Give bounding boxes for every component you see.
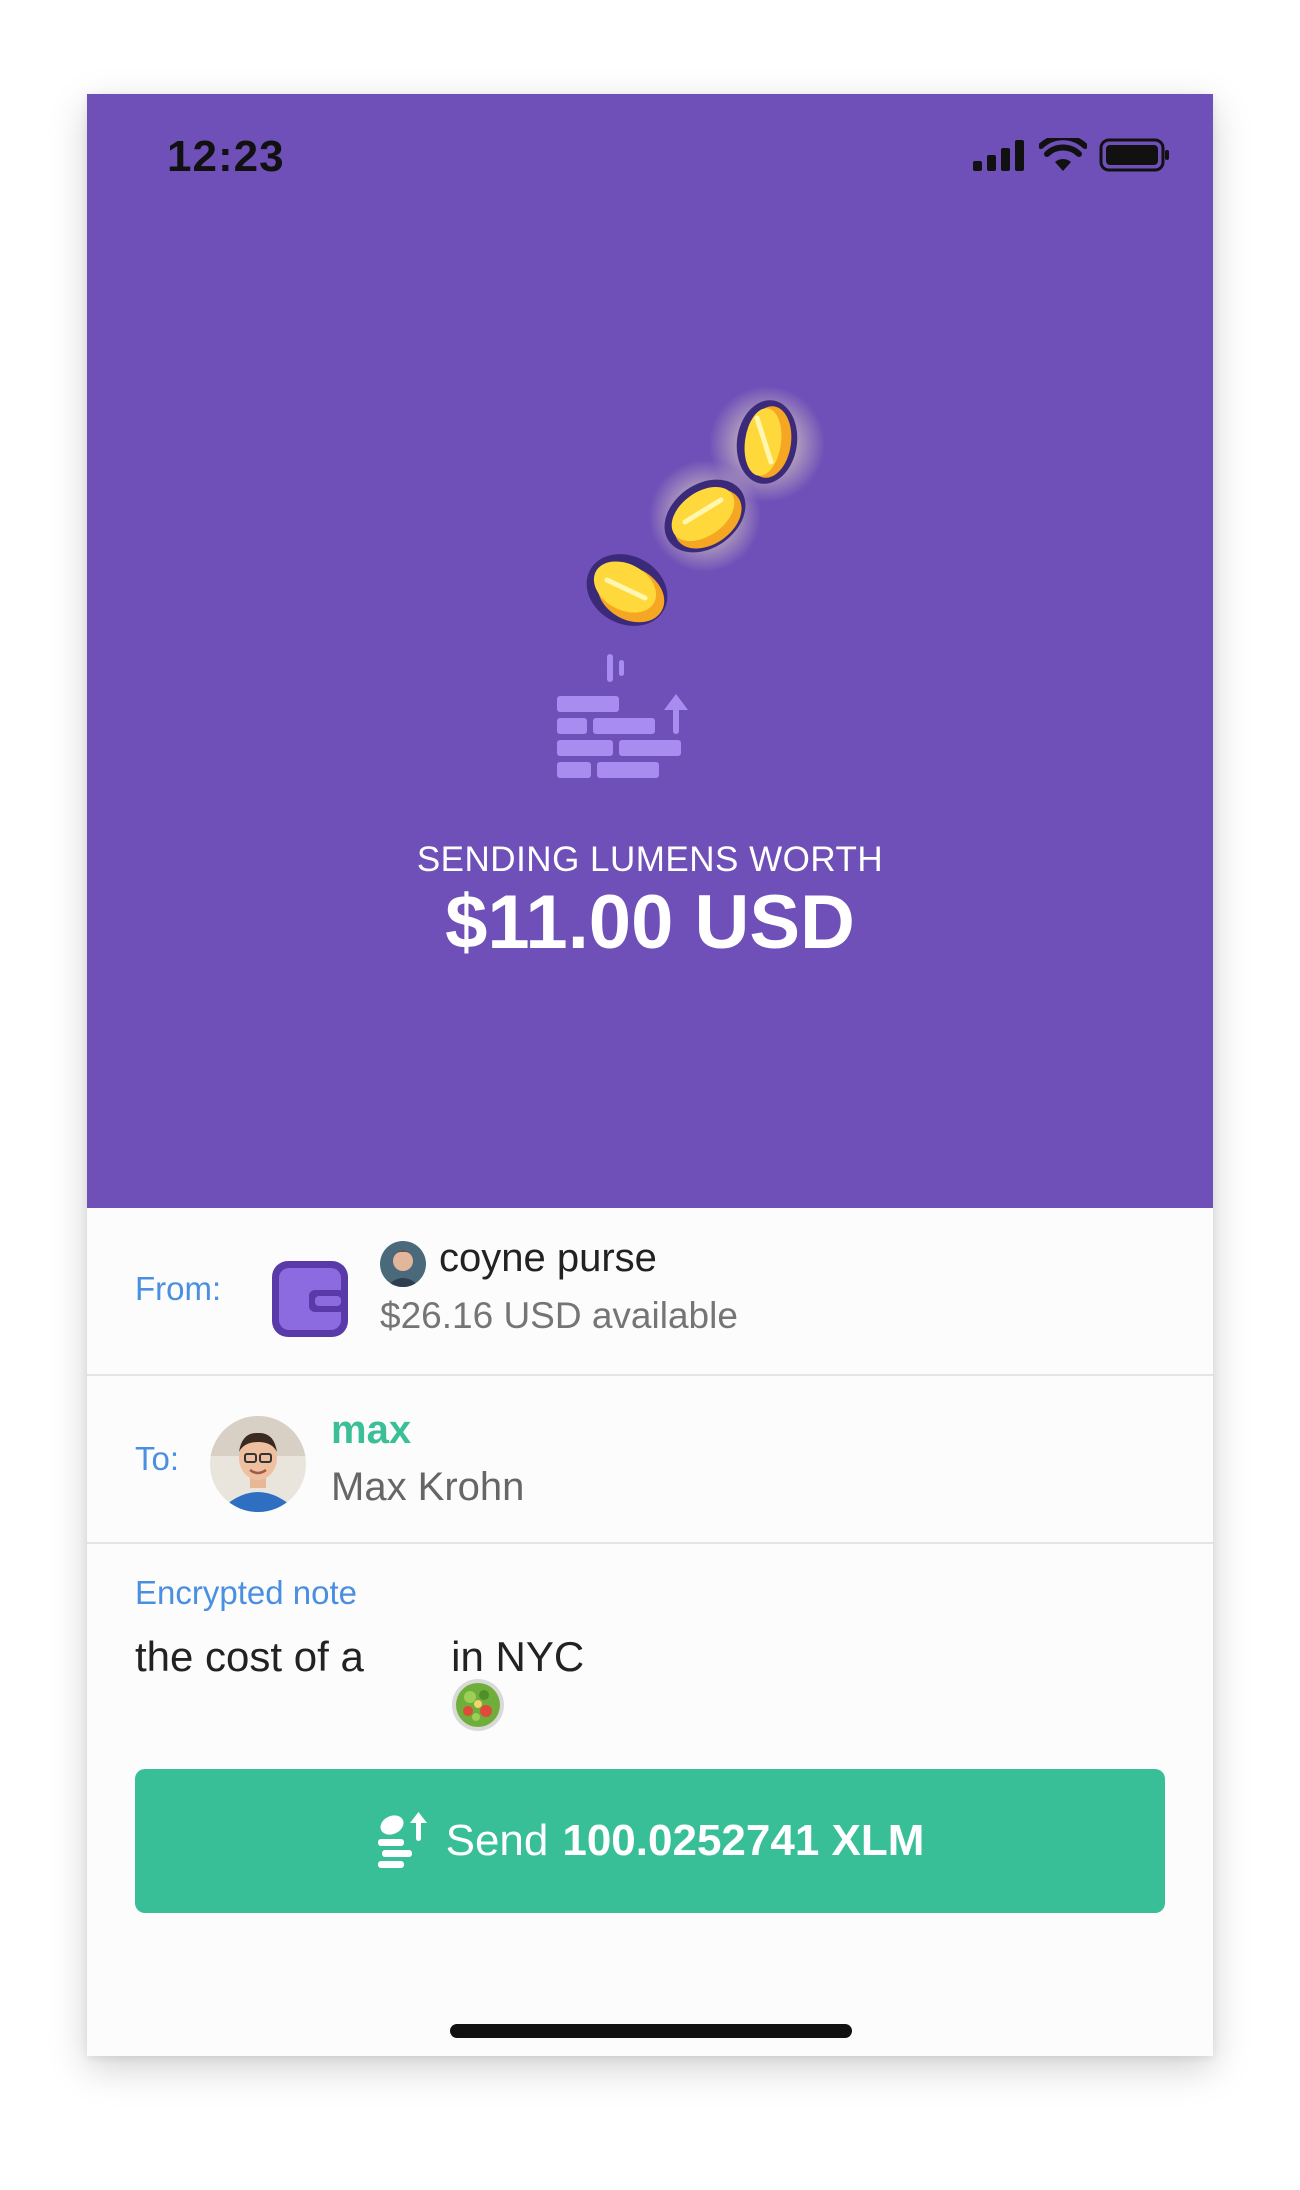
account-available: $26.16 USD available <box>380 1295 738 1336</box>
sending-amount: $11.00 USD <box>445 880 855 965</box>
note-text-after: in NYC <box>439 1633 585 1680</box>
to-label: To: <box>135 1440 180 1477</box>
divider <box>87 1374 1213 1376</box>
status-icons <box>973 134 1171 177</box>
battery-icon <box>1099 138 1171 177</box>
home-indicator[interactable] <box>450 2024 852 2038</box>
from-label: From: <box>135 1270 222 1307</box>
wifi-icon <box>1038 134 1088 177</box>
signal-icon <box>973 139 1027 176</box>
avatar[interactable] <box>210 1416 306 1512</box>
note-label: Encrypted note <box>135 1574 357 1611</box>
note-text-before: the cost of a <box>135 1633 376 1680</box>
avatar <box>380 1241 426 1287</box>
account-name: coyne purse <box>439 1236 657 1280</box>
wallet-icon <box>269 1258 351 1345</box>
divider <box>87 1542 1213 1544</box>
send-button-label: Send <box>445 1816 549 1865</box>
from-row[interactable] <box>87 1208 1213 1374</box>
send-coins-icon <box>376 1809 428 1873</box>
hero-banner: 12:23 SENDING LUMENS WORTH $11.00 USD <box>87 94 1213 1208</box>
phone-screen: 12:23 SENDING LUMENS WORTH $11.00 USD Fr… <box>87 94 1213 2056</box>
send-button-amount: 100.0252741 XLM <box>562 1816 925 1865</box>
sending-label: SENDING LUMENS WORTH <box>416 840 884 879</box>
note-text: the cost of a in NYC <box>135 1629 585 1731</box>
coins-flying-icon <box>527 384 847 819</box>
recipient-full-name: Max Krohn <box>331 1465 525 1509</box>
status-time: 12:23 <box>167 132 285 181</box>
salad-emoji <box>379 1629 504 1731</box>
recipient-username[interactable]: max <box>331 1408 411 1453</box>
send-button[interactable]: Send 100.0252741 XLM <box>135 1769 1165 1913</box>
